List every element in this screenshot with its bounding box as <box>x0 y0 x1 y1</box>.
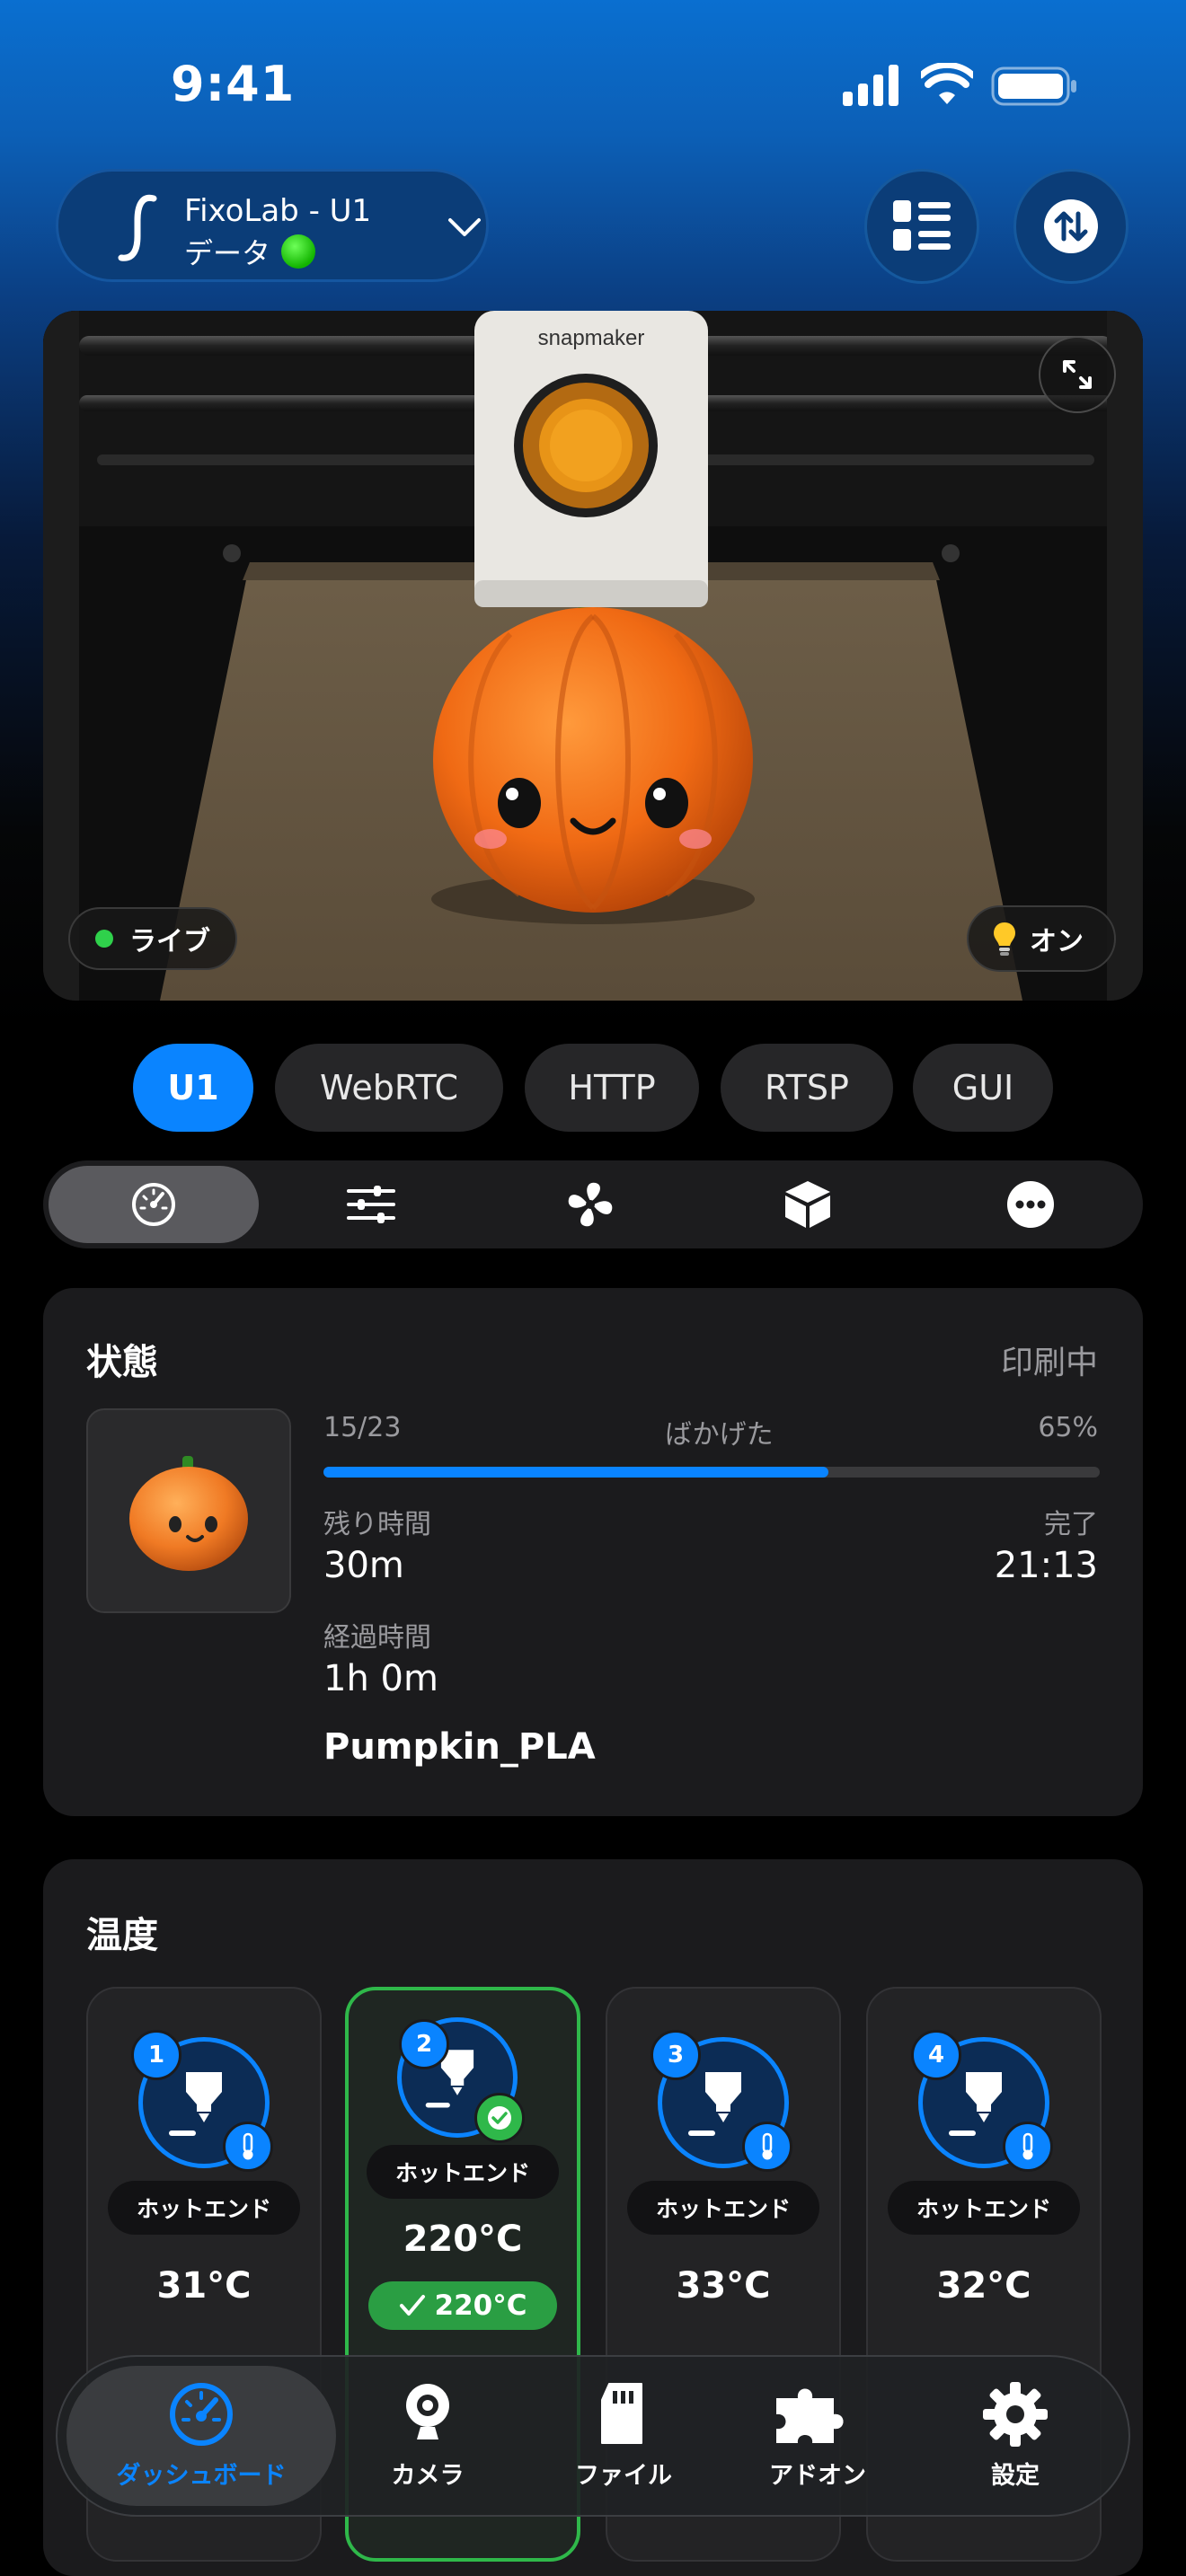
stream-tab-u1[interactable]: U1 <box>133 1044 253 1132</box>
tab-addons[interactable]: アドオン <box>737 2380 898 2497</box>
list-icon <box>893 200 951 251</box>
printer-sub: データ <box>184 231 316 272</box>
status-time: 9:41 <box>171 56 296 112</box>
box-icon <box>785 1181 830 1228</box>
hotend-label-2: ホットエンド <box>367 2145 559 2199</box>
thermometer-badge-4 <box>1003 2122 1053 2172</box>
finish-value: 21:13 <box>994 1545 1098 1586</box>
hotend-label-3: ホットエンド <box>627 2181 819 2235</box>
progress-fill <box>323 1467 828 1478</box>
expand-icon <box>1063 360 1092 389</box>
remaining-value: 30m <box>323 1545 404 1586</box>
tab-dashboard[interactable]: ダッシュボード <box>66 2380 336 2497</box>
hotend-label-1: ホットエンド <box>108 2181 300 2235</box>
hotend-temp-1: 31°C <box>156 2265 252 2307</box>
tab-addons-label: アドオン <box>769 2462 866 2490</box>
printer-name: FixoLab - U1 <box>184 193 372 229</box>
tab-camera[interactable]: カメラ <box>347 2380 509 2497</box>
online-status-dot <box>281 234 316 269</box>
print-thumbnail[interactable] <box>86 1408 291 1613</box>
sort-arrows-icon <box>1044 199 1098 253</box>
hotend-number-1: 1 <box>131 2030 181 2080</box>
fullscreen-button[interactable] <box>1039 336 1116 413</box>
sd-card-icon <box>601 2383 642 2444</box>
temperature-title: 温度 <box>86 1915 158 1956</box>
thermometer-badge-1 <box>223 2122 273 2172</box>
live-badge: ライブ <box>68 907 237 970</box>
segment-more[interactable] <box>925 1166 1136 1243</box>
layer-count: 15/23 <box>323 1412 402 1443</box>
svg-text:snapmaker: snapmaker <box>538 326 645 350</box>
stream-tab-webrtc[interactable]: WebRTC <box>275 1044 503 1132</box>
tab-settings[interactable]: 設定 <box>934 2380 1096 2497</box>
hotend-number-3: 3 <box>651 2030 701 2080</box>
camera-feed[interactable]: snapmaker <box>43 311 1143 1001</box>
hotend-target-2[interactable]: 220°C <box>368 2281 557 2330</box>
gauge-icon <box>132 1183 175 1226</box>
tab-camera-label: カメラ <box>391 2462 465 2490</box>
puzzle-icon <box>776 2388 844 2443</box>
thermometer-icon <box>762 2132 773 2160</box>
segment-gauge[interactable] <box>49 1166 259 1243</box>
finish-label: 完了 <box>1044 1509 1098 1540</box>
list-view-button[interactable] <box>864 169 979 284</box>
camera-image: snapmaker <box>43 311 1143 1001</box>
checkmark-icon <box>399 2295 425 2316</box>
pumpkin-thumbnail-image <box>129 1456 248 1571</box>
chevron-down-icon <box>448 218 481 236</box>
light-label: オン <box>1030 926 1084 957</box>
tab-files-label: ファイル <box>575 2462 672 2490</box>
webcam-icon <box>406 2384 449 2439</box>
tab-dashboard-label: ダッシュボード <box>116 2462 287 2490</box>
printer-sub-label: データ <box>184 236 271 270</box>
tab-files[interactable]: ファイル <box>543 2380 704 2497</box>
status-title: 状態 <box>86 1342 158 1383</box>
cellular-signal-icon <box>843 65 898 106</box>
transfer-button[interactable] <box>1013 169 1128 284</box>
hotend-temp-2: 220°C <box>403 2219 523 2260</box>
fan-icon <box>568 1182 613 1227</box>
hotend-label-4: ホットエンド <box>888 2181 1080 2235</box>
more-icon <box>1007 1181 1054 1228</box>
thermometer-icon <box>1022 2132 1033 2160</box>
battery-icon <box>991 66 1076 106</box>
wifi-icon <box>921 63 973 104</box>
print-state: 印刷中 <box>1000 1345 1098 1381</box>
hotend-number-2: 2 <box>399 2019 449 2069</box>
dashboard-icon <box>170 2383 233 2446</box>
active-check-badge <box>474 2093 525 2143</box>
print-mode: ばかげた <box>665 1419 774 1451</box>
light-toggle[interactable]: オン <box>967 905 1116 972</box>
tab-settings-label: 設定 <box>991 2462 1040 2490</box>
lightbulb-icon <box>994 922 1015 956</box>
stream-tab-rtsp[interactable]: RTSP <box>721 1044 893 1132</box>
printer-logo-icon <box>118 194 157 261</box>
elapsed-label: 経過時間 <box>323 1622 431 1654</box>
file-name: Pumpkin_PLA <box>323 1726 596 1768</box>
hotend-temp-3: 33°C <box>676 2265 771 2307</box>
sliders-icon <box>347 1186 395 1223</box>
hotend-target-value: 220°C <box>434 2289 527 2322</box>
live-label: ライブ <box>129 926 210 957</box>
elapsed-value: 1h 0m <box>323 1658 438 1699</box>
remaining-label: 残り時間 <box>323 1509 431 1540</box>
segment-controls[interactable] <box>266 1166 476 1243</box>
check-circle-icon <box>488 2106 511 2130</box>
live-dot <box>95 930 113 948</box>
hotend-temp-4: 32°C <box>936 2265 1031 2307</box>
segment-fan[interactable] <box>485 1166 695 1243</box>
printer-selector[interactable]: FixoLab - U1 データ <box>56 169 489 282</box>
hotend-number-4: 4 <box>911 2030 961 2080</box>
stream-tab-http[interactable]: HTTP <box>525 1044 699 1132</box>
segment-filament[interactable] <box>703 1166 913 1243</box>
gear-icon <box>983 2382 1048 2447</box>
thermometer-badge-3 <box>742 2122 792 2172</box>
stream-tab-gui[interactable]: GUI <box>913 1044 1053 1132</box>
thermometer-icon <box>243 2132 253 2160</box>
progress-percent: 65% <box>1038 1412 1098 1443</box>
